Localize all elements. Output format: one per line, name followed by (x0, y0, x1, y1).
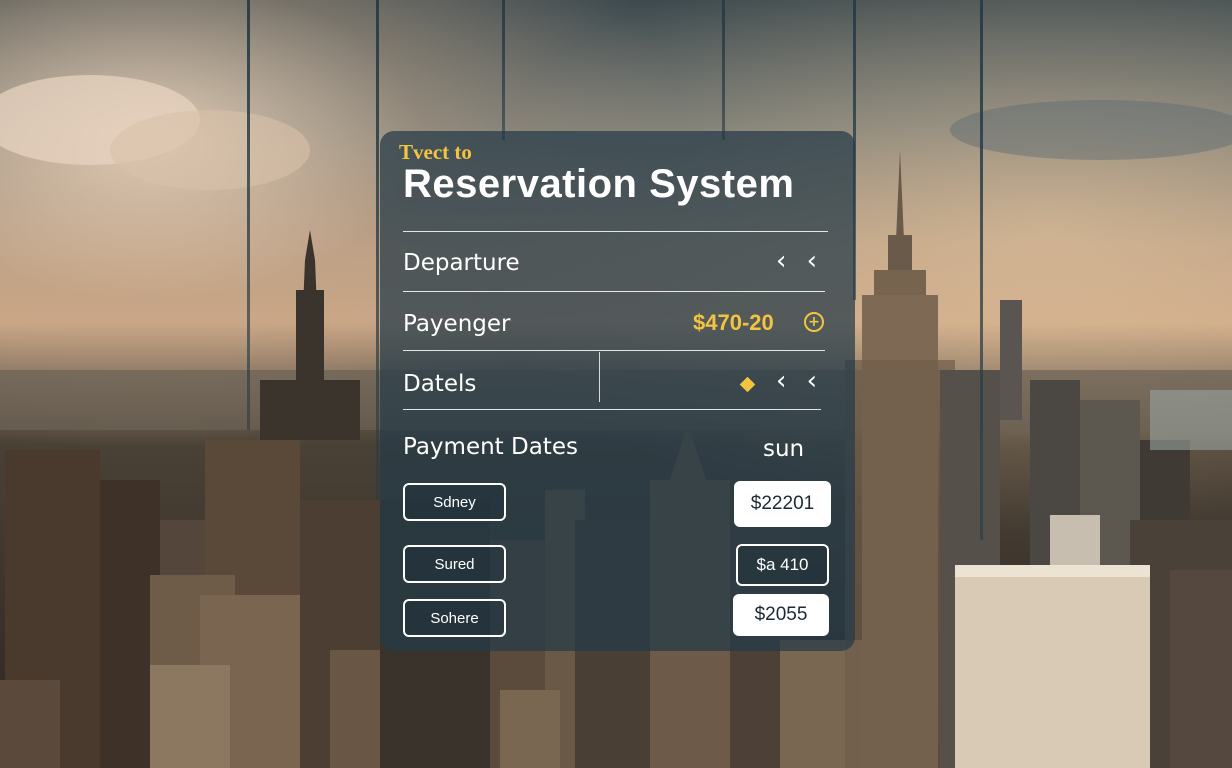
payment-amount[interactable]: $a 410 (736, 544, 829, 586)
plus-circle-icon[interactable]: + (804, 312, 824, 332)
passenger-price: $470-20 (693, 310, 774, 335)
passenger-label: Payenger (403, 311, 511, 337)
departure-chevron-left-icon[interactable]: ‹ ‹ (776, 246, 823, 276)
departure-label: Departure (403, 250, 520, 276)
glass-divider-line (502, 0, 505, 140)
dates-label: Datels (403, 371, 477, 397)
divider (403, 231, 828, 232)
page-title: Reservation System (403, 162, 795, 206)
payment-amount[interactable]: $2055 (733, 594, 829, 636)
dates-chevron-left-icon[interactable]: ‹ ‹ (776, 366, 823, 396)
glass-divider-line (376, 0, 379, 500)
payment-option-button[interactable]: Sohere (403, 599, 506, 637)
divider (403, 350, 825, 351)
glass-divider-line (722, 0, 725, 140)
payment-amount[interactable]: $22201 (734, 481, 831, 527)
payment-option-button[interactable]: Sured (403, 545, 506, 583)
payment-dates-heading: Payment Dates (403, 434, 578, 460)
divider (403, 409, 821, 410)
divider (403, 291, 825, 292)
payment-option-button[interactable]: Sdney (403, 483, 506, 521)
dates-divider (599, 352, 600, 402)
glass-divider-line (247, 0, 250, 430)
glass-divider-line (980, 0, 983, 540)
payment-day-label: sun (763, 436, 805, 462)
